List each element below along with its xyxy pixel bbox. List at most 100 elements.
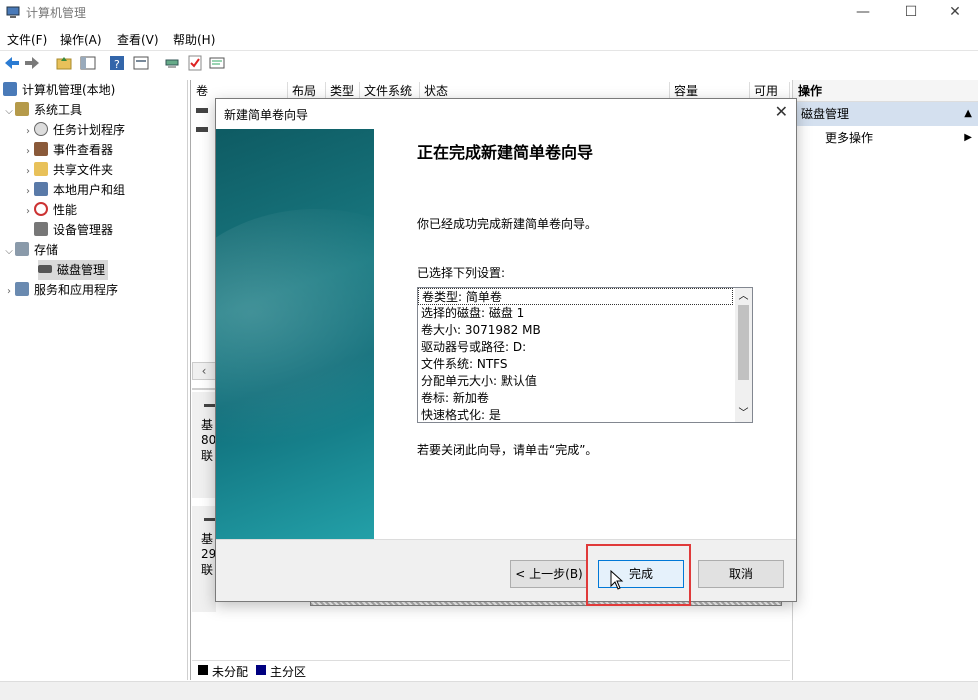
minimize-button[interactable]: —	[840, 0, 886, 26]
menu-view[interactable]: 查看(V)	[117, 31, 159, 48]
tree-label: 存储	[34, 243, 59, 257]
disk-status: 联	[201, 563, 214, 577]
wizard-intro: 你已经成功完成新建简单卷向导。	[417, 217, 598, 231]
svg-text:?: ?	[114, 58, 120, 71]
tree-item-system-tools[interactable]: ⌵ 系统工具	[0, 100, 187, 120]
show-hide-tree-icon[interactable]	[79, 54, 97, 72]
new-simple-volume-wizard: 新建简单卷向导 ✕ 正在完成新建简单卷向导 你已经成功完成新建简单卷向导。 已选…	[215, 98, 797, 602]
menu-file[interactable]: 文件(F)	[7, 31, 47, 48]
actions-header: 操作	[793, 80, 978, 102]
legend: 未分配 主分区	[192, 660, 790, 680]
device-manager-icon	[34, 222, 48, 236]
disk-0-label[interactable]: 基 80 联	[192, 392, 216, 498]
volume-row-icon	[196, 127, 208, 132]
tree-item-disk-management[interactable]: 磁盘管理	[0, 260, 187, 280]
dialog-footer: < 上一步(B) 完成 取消	[216, 539, 796, 601]
scroll-thumb[interactable]	[738, 305, 749, 380]
tree-item-local-users[interactable]: › 本地用户和组	[0, 180, 187, 200]
scroll-up-icon[interactable]: ︿	[735, 288, 752, 305]
chevron-right-icon[interactable]: ›	[22, 142, 34, 162]
scroll-left-icon[interactable]: ‹	[192, 362, 216, 380]
up-folder-icon[interactable]	[55, 54, 73, 72]
volume-row-icon	[196, 108, 208, 113]
tools-icon	[15, 102, 29, 116]
navigation-tree: 计算机管理(本地) ⌵ 系统工具 › 任务计划程序 › 事件查看器 › 共享文件夹 › 本…	[0, 80, 188, 680]
disk-1-label[interactable]: 基 29 联	[192, 506, 216, 612]
tree-item-event-viewer[interactable]: › 事件查看器	[0, 140, 187, 160]
submenu-arrow-icon: ▶	[964, 132, 972, 143]
chevron-right-icon[interactable]: ›	[22, 202, 34, 222]
window-title: 计算机管理	[26, 6, 87, 20]
disk-type: 基	[201, 418, 214, 432]
tree-item-device-manager[interactable]: 设备管理器	[0, 220, 187, 240]
tree-item-storage[interactable]: ⌵ 存储	[0, 240, 187, 260]
wizard-banner-image	[216, 129, 374, 539]
collapse-up-icon[interactable]: ▲	[964, 102, 972, 126]
menu-action[interactable]: 操作(A)	[60, 31, 102, 48]
performance-icon	[34, 202, 48, 216]
actions-section-label: 磁盘管理	[801, 107, 850, 121]
tree-item-services[interactable]: › 服务和应用程序	[0, 280, 187, 300]
more-actions-item[interactable]: 更多操作 ▶	[793, 126, 978, 150]
chevron-right-icon[interactable]: ›	[3, 282, 15, 302]
tree-label: 性能	[53, 203, 78, 217]
checklist-icon[interactable]	[186, 54, 204, 72]
tree-item-task-scheduler[interactable]: › 任务计划程序	[0, 120, 187, 140]
connect-icon[interactable]	[163, 54, 181, 72]
maximize-button[interactable]: ☐	[888, 0, 934, 26]
list-item[interactable]: 快速格式化: 是	[418, 407, 752, 422]
status-bar	[0, 681, 978, 700]
legend-unallocated-swatch	[198, 665, 208, 675]
chevron-right-icon[interactable]: ›	[22, 122, 34, 142]
chevron-down-icon[interactable]: ⌵	[3, 242, 15, 262]
more-actions-label: 更多操作	[825, 131, 874, 145]
tree-label: 系统工具	[34, 103, 83, 117]
back-button[interactable]: < 上一步(B)	[510, 560, 588, 588]
legend-primary-swatch	[256, 665, 266, 675]
tree-label: 本地用户和组	[53, 183, 126, 197]
users-icon	[34, 182, 48, 196]
chevron-right-icon[interactable]: ›	[22, 162, 34, 182]
tree-label: 磁盘管理	[57, 263, 106, 277]
mouse-cursor-icon	[610, 569, 624, 590]
tree-item-root[interactable]: 计算机管理(本地)	[0, 80, 187, 100]
listbox-scrollbar[interactable]: ︿ ﹀	[735, 288, 752, 422]
actions-section-disk-management[interactable]: 磁盘管理 ▲	[793, 102, 978, 126]
chevron-down-icon[interactable]: ⌵	[3, 102, 15, 122]
finish-highlight-box	[586, 544, 691, 606]
dialog-close-icon[interactable]: ✕	[775, 102, 788, 121]
list-item[interactable]: 卷标: 新加卷	[418, 390, 752, 407]
tree-label: 事件查看器	[53, 143, 114, 157]
help-icon[interactable]: ?	[108, 54, 126, 72]
storage-icon	[15, 242, 29, 256]
settings-listbox[interactable]: 卷类型: 简单卷 选择的磁盘: 磁盘 1 卷大小: 3071982 MB 驱动器…	[417, 287, 753, 423]
list-item[interactable]: 卷大小: 3071982 MB	[418, 322, 752, 339]
tree-label: 计算机管理(本地)	[22, 83, 116, 97]
shared-folder-icon	[34, 162, 48, 176]
list-item[interactable]: 分配单元大小: 默认值	[418, 373, 752, 390]
cancel-button[interactable]: 取消	[698, 560, 784, 588]
services-icon	[15, 282, 29, 296]
chevron-right-icon[interactable]: ›	[22, 182, 34, 202]
tree-label: 任务计划程序	[53, 123, 126, 137]
computer-management-icon	[6, 5, 20, 19]
properties-icon[interactable]	[208, 54, 226, 72]
actions-pane: 操作 磁盘管理 ▲ 更多操作 ▶	[792, 80, 978, 680]
tree-item-shared-folders[interactable]: › 共享文件夹	[0, 160, 187, 180]
list-item[interactable]: 选择的磁盘: 磁盘 1	[418, 305, 752, 322]
properties-view-icon[interactable]	[132, 54, 150, 72]
forward-arrow-icon[interactable]	[23, 54, 41, 72]
menu-help[interactable]: 帮助(H)	[173, 31, 215, 48]
scroll-down-icon[interactable]: ﹀	[735, 405, 752, 422]
tree-item-performance[interactable]: › 性能	[0, 200, 187, 220]
back-arrow-icon[interactable]	[3, 54, 21, 72]
legend-unallocated-label: 未分配	[212, 665, 249, 679]
computer-icon	[3, 82, 17, 96]
list-item[interactable]: 驱动器号或路径: D:	[418, 339, 752, 356]
close-button[interactable]: ✕	[932, 0, 978, 26]
list-item[interactable]: 文件系统: NTFS	[418, 356, 752, 373]
tree-label: 共享文件夹	[53, 163, 114, 177]
event-viewer-icon	[34, 142, 48, 156]
disk-size: 80	[201, 433, 217, 447]
list-item[interactable]: 卷类型: 简单卷	[418, 288, 733, 305]
